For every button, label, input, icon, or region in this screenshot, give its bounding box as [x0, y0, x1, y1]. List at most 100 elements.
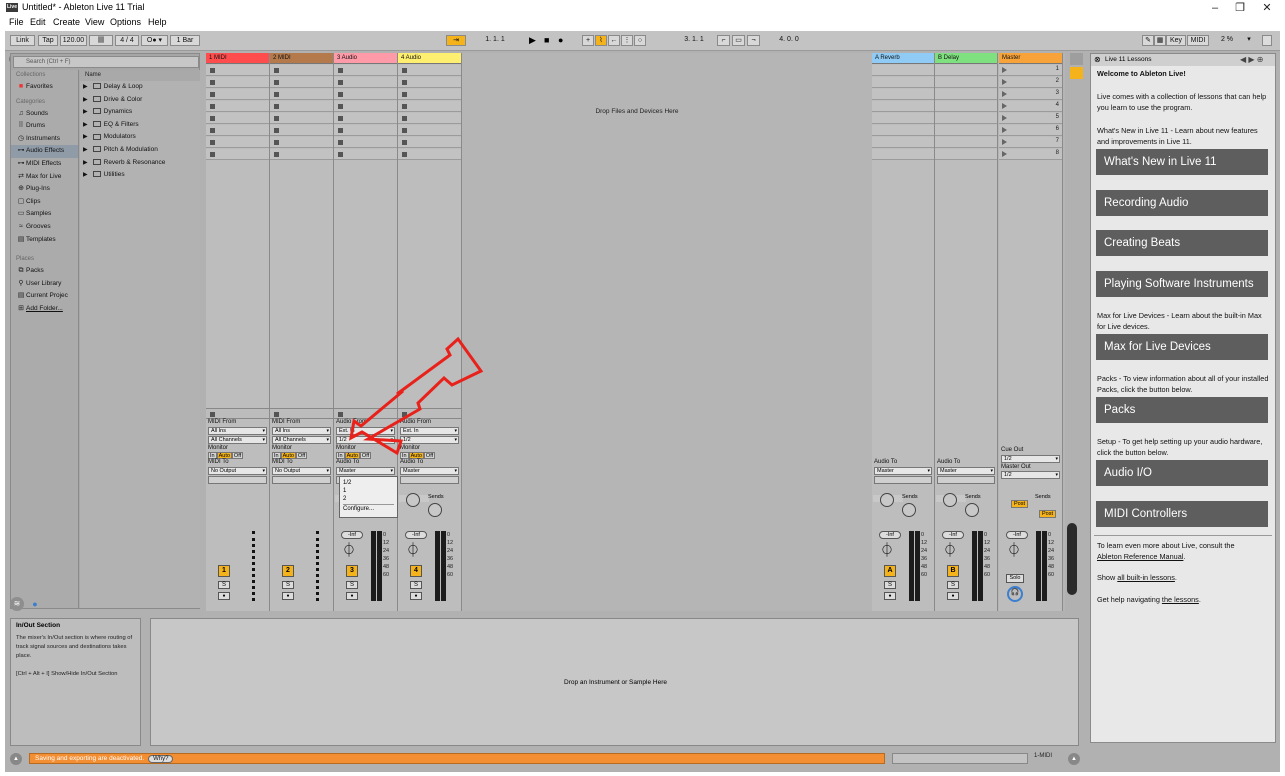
clip-slot[interactable]: [206, 77, 269, 88]
output-type-select[interactable]: Master ▾: [400, 466, 459, 475]
sidebar-item-instruments[interactable]: ◷ Instruments: [11, 133, 78, 146]
folder-item[interactable]: ▶ Utilities: [80, 169, 200, 182]
track-activator-button[interactable]: 2: [282, 565, 294, 577]
expand-arrow-icon[interactable]: ▶: [80, 172, 88, 178]
output-channel-select[interactable]: [272, 475, 331, 484]
clip-stop-icon[interactable]: [338, 152, 343, 157]
folder-item[interactable]: ▶ Reverb & Resonance: [80, 157, 200, 170]
scene-launch-icon[interactable]: [1002, 103, 1007, 109]
clip-stop-icon[interactable]: [338, 80, 343, 85]
pan-knob[interactable]: ⏀: [1007, 543, 1021, 557]
volume-field[interactable]: -Inf: [942, 531, 964, 539]
clip-stop-icon[interactable]: [402, 140, 407, 145]
groove-pool-icon[interactable]: ≋: [10, 597, 24, 611]
sends-toggle-icon[interactable]: [1070, 67, 1083, 79]
sidebar-item-drums[interactable]: ⠿ Drums: [11, 120, 78, 133]
clip-stop-icon[interactable]: [210, 140, 215, 145]
output-type-select[interactable]: No Output ▾: [272, 466, 331, 475]
pan-knob[interactable]: ⏀: [943, 543, 957, 557]
track-title[interactable]: 1 MIDI: [206, 53, 269, 64]
clip-stop-icon[interactable]: [210, 104, 215, 109]
cue-out-select[interactable]: 1/2 ▾: [1001, 454, 1060, 463]
clip-slot[interactable]: [872, 125, 934, 136]
track-activator-button[interactable]: B: [947, 565, 959, 577]
input-type-select[interactable]: All Ins ▾: [208, 426, 267, 435]
scene-launch-icon[interactable]: [1002, 91, 1007, 97]
clip-slot[interactable]: [270, 113, 333, 124]
post-button[interactable]: Post: [1011, 500, 1029, 508]
send-a-knob[interactable]: [406, 493, 420, 507]
clip-slot[interactable]: [334, 77, 397, 88]
expand-arrow-icon[interactable]: ▶: [80, 122, 88, 128]
clip-stop-icon[interactable]: [402, 92, 407, 97]
expand-arrow-icon[interactable]: ▶: [80, 97, 88, 103]
clip-stop-icon[interactable]: [338, 116, 343, 121]
expand-arrow-icon[interactable]: ▶: [80, 147, 88, 153]
clip-slot[interactable]: [270, 149, 333, 160]
loop-start-field[interactable]: 3. 1. 1: [673, 35, 715, 46]
solo-button[interactable]: S: [410, 581, 422, 589]
close-icon[interactable]: ✕: [1252, 0, 1282, 16]
arm-button[interactable]: ●: [947, 592, 959, 600]
time-signature-field[interactable]: 4 / 4: [115, 35, 139, 46]
input-channel-select[interactable]: All Channels ▾: [208, 435, 267, 444]
clip-stop-icon[interactable]: [402, 80, 407, 85]
clip-slot[interactable]: [872, 77, 934, 88]
clip-slot[interactable]: [872, 89, 934, 100]
clip-slot[interactable]: [935, 101, 997, 112]
the-lessons-link[interactable]: the lessons: [1162, 595, 1199, 604]
clip-stop-icon[interactable]: [402, 152, 407, 157]
clip-stop-icon[interactable]: [402, 128, 407, 133]
scene-launch-icon[interactable]: [1002, 127, 1007, 133]
monitor-auto-button[interactable]: Auto: [280, 452, 296, 459]
sidebar-item-templates[interactable]: ▤ Templates: [11, 234, 78, 247]
all-lessons-link[interactable]: all built-in lessons: [1117, 573, 1175, 582]
arm-button[interactable]: ●: [218, 592, 230, 600]
clip-stop-icon[interactable]: [338, 104, 343, 109]
clip-slot[interactable]: [935, 137, 997, 148]
arrangement-follow-icon[interactable]: ⇥: [446, 35, 466, 46]
search-input[interactable]: Search (Ctrl + F): [13, 56, 199, 68]
clip-slot[interactable]: [270, 125, 333, 136]
punch-out-icon[interactable]: ¬: [747, 35, 760, 46]
clip-slot[interactable]: [872, 149, 934, 160]
clip-slot[interactable]: [270, 137, 333, 148]
monitor-in-button[interactable]: In: [208, 452, 217, 459]
send-b-knob[interactable]: [965, 503, 979, 517]
output-type-select[interactable]: No Output ▾: [208, 466, 267, 475]
solo-button[interactable]: S: [947, 581, 959, 589]
mixer-section-toggles[interactable]: [1067, 523, 1077, 595]
sidebar-item-favorites[interactable]: ■ Favorites: [11, 81, 78, 94]
clip-slot[interactable]: [398, 149, 461, 160]
clip-stop-icon[interactable]: [402, 116, 407, 121]
clip-stop-icon[interactable]: [210, 116, 215, 121]
configure-option[interactable]: Configure...: [343, 504, 394, 513]
track-title[interactable]: Master: [999, 53, 1062, 64]
arm-button[interactable]: ●: [410, 592, 422, 600]
add-folder-link[interactable]: ⊞ Add Folder...: [11, 303, 78, 316]
track-title[interactable]: 2 MIDI: [270, 53, 333, 64]
clip-slot[interactable]: [398, 137, 461, 148]
position-field[interactable]: 1. 1. 1: [471, 35, 519, 46]
clip-stop-icon[interactable]: [274, 68, 279, 73]
master-volume-field[interactable]: -Inf: [1006, 531, 1028, 539]
lesson-button[interactable]: MIDI Controllers: [1096, 501, 1268, 527]
punch-in-icon[interactable]: ⌐: [717, 35, 730, 46]
expand-arrow-icon[interactable]: ▶: [80, 134, 88, 140]
clip-slot[interactable]: [206, 89, 269, 100]
clip-slot[interactable]: [935, 77, 997, 88]
monitor-auto-button[interactable]: Auto: [216, 452, 232, 459]
clip-slot[interactable]: [206, 137, 269, 148]
stop-icon[interactable]: ■: [544, 36, 549, 45]
sidebar-item-sounds[interactable]: ♫ Sounds: [11, 108, 78, 121]
preview-icon[interactable]: ●: [28, 597, 42, 611]
pan-knob[interactable]: ⏀: [880, 543, 894, 557]
expand-arrow-icon[interactable]: ▶: [80, 109, 88, 115]
re-enable-automation-icon[interactable]: ←: [608, 35, 620, 46]
menu-view[interactable]: View: [85, 17, 104, 27]
clip-slot[interactable]: [935, 65, 997, 76]
folder-item[interactable]: ▶ Dynamics: [80, 106, 200, 119]
track-activator-button[interactable]: 4: [410, 565, 422, 577]
volume-field[interactable]: -Inf: [879, 531, 901, 539]
clip-stop-icon[interactable]: [274, 140, 279, 145]
